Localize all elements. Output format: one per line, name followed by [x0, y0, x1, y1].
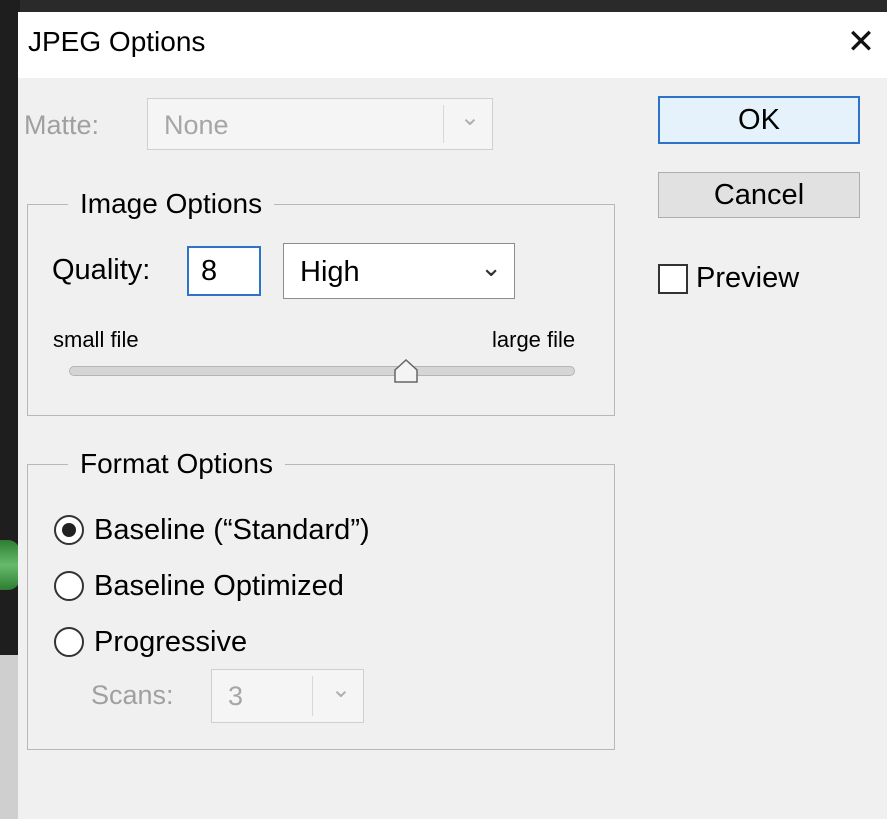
background-app-strip	[0, 0, 887, 12]
chevron-down-icon: ⌄	[459, 104, 480, 131]
format-option-baseline-optimized[interactable]: Baseline Optimized	[54, 566, 344, 606]
chevron-down-icon: ⌄	[480, 252, 502, 282]
radio-label: Baseline Optimized	[94, 569, 344, 602]
image-options-legend: Image Options	[80, 188, 263, 219]
format-option-baseline-standard[interactable]: Baseline (“Standard”)	[54, 510, 370, 550]
slider-min-label: small file	[53, 327, 139, 352]
radio-label: Baseline (“Standard”)	[94, 513, 370, 546]
scans-label: Scans:	[91, 680, 174, 710]
scans-select-value: 3	[228, 681, 244, 711]
scans-select[interactable]: 3 ⌄	[211, 669, 364, 723]
quality-input[interactable]	[187, 246, 261, 296]
dropdown-separator	[443, 105, 444, 143]
quality-preset-select[interactable]: High ⌄	[283, 243, 515, 299]
ok-button[interactable]: OK	[658, 96, 860, 144]
matte-select-value: None	[164, 110, 229, 140]
close-icon[interactable]: ✕	[841, 22, 881, 62]
background-green-shape	[0, 540, 20, 590]
cancel-button[interactable]: Cancel	[658, 172, 860, 218]
format-options-legend: Format Options	[80, 448, 273, 479]
dialog-title: JPEG Options	[28, 26, 206, 57]
radio-button[interactable]	[54, 571, 84, 601]
slider-max-label: large file	[492, 327, 576, 352]
quality-slider-track[interactable]	[69, 366, 575, 376]
quality-label: Quality:	[52, 254, 151, 286]
preview-label: Preview	[696, 262, 800, 294]
preview-checkbox[interactable]	[658, 263, 688, 294]
radio-button[interactable]	[54, 515, 84, 545]
background-panel-strip	[0, 655, 20, 819]
format-option-progressive[interactable]: Progressive	[54, 622, 247, 662]
matte-select[interactable]: None ⌄	[147, 98, 493, 150]
preview-toggle[interactable]: Preview	[658, 262, 799, 295]
image-options-group: Image Options	[27, 188, 615, 416]
quality-preset-value: High	[300, 256, 360, 288]
radio-button[interactable]	[54, 627, 84, 657]
dropdown-separator	[312, 676, 313, 716]
chevron-down-icon: ⌄	[330, 676, 351, 703]
matte-label: Matte:	[24, 110, 100, 140]
dialog-titlebar: JPEG Options ✕	[18, 12, 887, 78]
radio-label: Progressive	[94, 625, 248, 658]
slider-thumb-icon[interactable]	[393, 358, 419, 384]
